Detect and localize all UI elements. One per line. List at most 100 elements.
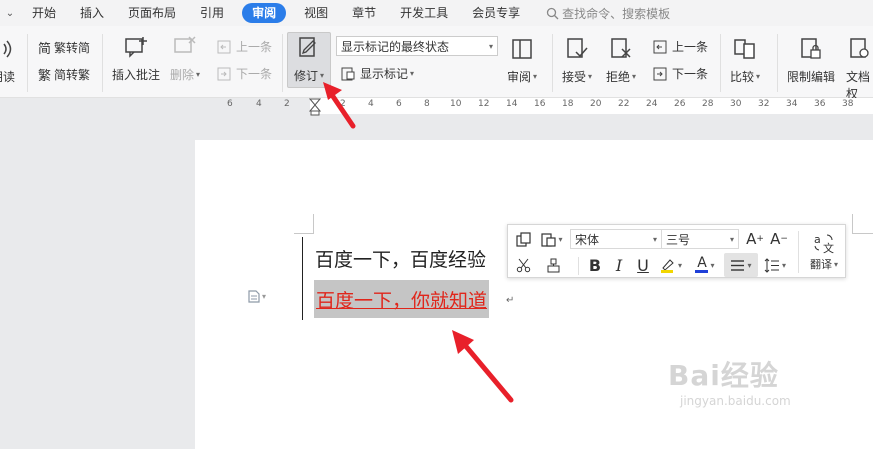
reject-button[interactable]: 拒绝 ▾ [606, 36, 636, 85]
track-changes-icon [299, 37, 316, 57]
horizontal-ruler[interactable]: 6 4 2 2 4 6 8 10 12 14 16 18 20 22 24 26… [0, 98, 873, 116]
prev-change-button[interactable]: 上一条 [652, 38, 708, 55]
tab-review[interactable]: 审阅 [242, 3, 287, 23]
lock-document-icon [801, 38, 821, 59]
comment-add-icon [125, 37, 147, 58]
watermark-brand: Bai经验 [668, 359, 779, 392]
compare-button[interactable]: 比较 ▾ [730, 36, 760, 85]
ruler-tick: 12 [478, 99, 490, 109]
format-painter-button[interactable] [542, 254, 564, 276]
chevron-down-icon: ▾ [533, 72, 538, 81]
grow-font-button[interactable]: A + [745, 228, 765, 250]
tab-member[interactable]: 会员专享 [460, 3, 532, 23]
shrink-font-button[interactable]: A − [769, 228, 789, 250]
read-aloud-button[interactable]: 朗读 [0, 36, 16, 85]
tab-insert[interactable]: 插入 [68, 3, 116, 23]
chevron-down-icon: ▾ [558, 234, 563, 244]
chevron-down-icon: ▾ [747, 260, 752, 270]
next-comment-button[interactable]: 下一条 [216, 65, 272, 82]
review-ribbon: 朗读 简 繁转简 繁 简转繁 插入批注 删除▾ 上一条 下一条 [0, 26, 873, 101]
comment-delete-icon [174, 36, 196, 53]
trad-to-simp-button[interactable]: 简 繁转简 [38, 38, 90, 57]
divider [578, 257, 579, 275]
translate-icon: a文 [814, 233, 834, 254]
chevron-down-icon: ▾ [729, 234, 734, 244]
simp-trad-icon: 繁 [38, 69, 52, 84]
tab-chapter[interactable]: 章节 [340, 3, 388, 23]
review-pane-icon [512, 39, 532, 59]
ruler-tick: 22 [618, 99, 630, 109]
chevron-down-icon: ▾ [410, 69, 415, 78]
ruler-tick: 32 [758, 99, 770, 109]
collapse-menu-icon[interactable]: ⌄ [0, 8, 20, 19]
next-change-icon [653, 67, 667, 80]
paste-button[interactable]: ▾ [538, 228, 566, 250]
tab-page-layout[interactable]: 页面布局 [116, 3, 188, 23]
display-mode-select[interactable]: 显示标记的最终状态 ▾ [336, 36, 498, 56]
command-search[interactable]: 查找命令、搜索模板 [546, 5, 670, 22]
divider [102, 34, 103, 92]
font-size-select[interactable]: 三号 ▾ [661, 229, 739, 249]
translate-button[interactable]: a文 翻译 ▾ [804, 227, 844, 277]
scissors-icon [516, 258, 530, 272]
accept-icon [567, 38, 588, 58]
divider [27, 34, 28, 92]
document-line-1[interactable]: 百度一下，百度经验 [315, 245, 486, 272]
prev-change-icon [653, 40, 667, 53]
ruler-tick: 30 [730, 99, 742, 109]
annotation-arrow-icon [323, 82, 356, 129]
ruler-tick: 6 [227, 99, 233, 109]
tab-view[interactable]: 视图 [292, 3, 340, 23]
ruler-tick: 38 [842, 99, 854, 109]
review-pane-button[interactable]: 审阅 ▾ [507, 36, 537, 85]
chevron-down-icon: ▾ [262, 292, 267, 301]
svg-text:a: a [814, 233, 821, 246]
italic-button[interactable]: I [608, 254, 630, 276]
simp-to-trad-button[interactable]: 繁 简转繁 [38, 65, 90, 84]
ruler-tick: 18 [562, 99, 574, 109]
baidu-watermark: Bai经验 jingyan.baidu.com [668, 354, 791, 408]
ruler-tick: 28 [702, 99, 714, 109]
paragraph-options-button[interactable]: ▾ [248, 290, 266, 303]
speaker-icon [3, 40, 12, 58]
cut-button[interactable] [512, 254, 534, 276]
svg-text:文: 文 [823, 241, 834, 254]
font-color-button[interactable]: A ▾ [690, 254, 720, 276]
chevron-down-icon: ▾ [488, 41, 493, 51]
divider [720, 34, 721, 92]
chevron-down-icon: ▾ [781, 260, 786, 270]
inserted-revision-text[interactable]: 百度一下，你就知道 [314, 280, 490, 318]
search-icon [546, 7, 559, 19]
annotation-arrow-icon [452, 330, 514, 403]
restrict-editing-button[interactable]: 限制编辑 [787, 36, 835, 85]
tab-home[interactable]: 开始 [20, 3, 68, 23]
accept-button[interactable]: 接受 ▾ [562, 36, 592, 85]
line-spacing-icon [764, 257, 779, 273]
insert-comment-button[interactable]: 插入批注 [112, 34, 160, 83]
chevron-down-icon: ▾ [588, 72, 593, 81]
document-rights-button[interactable]: 文档权 [846, 36, 873, 102]
ruler-tick: 4 [256, 99, 262, 109]
highlight-button[interactable]: ▾ [656, 254, 686, 276]
divider [798, 231, 799, 273]
tab-developer[interactable]: 开发工具 [388, 3, 460, 23]
align-button[interactable]: ▾ [724, 253, 758, 277]
copy-button[interactable] [512, 228, 534, 250]
bold-button[interactable]: B [584, 254, 606, 276]
prev-comment-button[interactable]: 上一条 [216, 38, 272, 55]
line-spacing-button[interactable]: ▾ [760, 254, 790, 276]
underline-button[interactable]: U [632, 254, 654, 276]
compare-icon [734, 39, 755, 59]
font-family-select[interactable]: 宋体 ▾ [570, 229, 662, 249]
divider [282, 34, 283, 92]
ruler-tick: 24 [646, 99, 658, 109]
highlighter-icon [660, 259, 674, 273]
ruler-tick: 10 [450, 99, 462, 109]
align-justify-icon [731, 259, 745, 271]
app-window: ⌄ 开始 插入 页面布局 引用 审阅 视图 章节 开发工具 会员专享 查找命令、… [0, 0, 873, 449]
divider [777, 34, 778, 92]
next-change-button[interactable]: 下一条 [652, 65, 708, 82]
chevron-down-icon: ▾ [677, 260, 682, 270]
tab-references[interactable]: 引用 [188, 3, 236, 23]
delete-comment-button[interactable]: 删除 ▾ [170, 34, 200, 83]
